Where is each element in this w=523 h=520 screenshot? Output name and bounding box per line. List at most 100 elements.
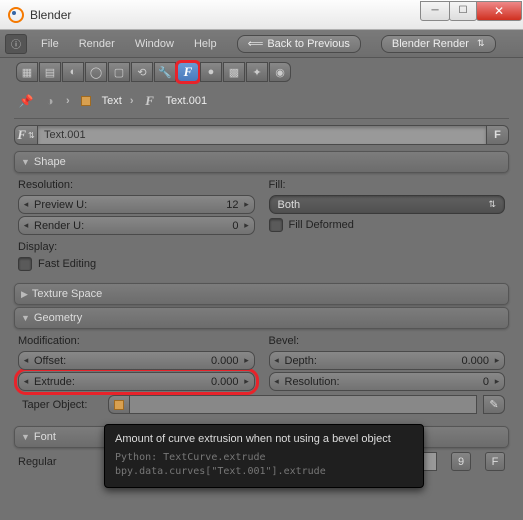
font-data-icon[interactable]: F⇅ (14, 125, 38, 145)
info-editor-icon[interactable]: ⓘ (5, 34, 27, 54)
bevel-label: Bevel: (269, 335, 506, 347)
extrude-field[interactable]: ◂ Extrude: 0.000 ▸ (18, 372, 255, 391)
render-u-value: 0 (84, 220, 241, 232)
display-label: Display: (18, 241, 255, 253)
decrement-icon[interactable]: ◂ (21, 355, 31, 366)
offset-field[interactable]: ◂ Offset: 0.000 ▸ (18, 351, 255, 370)
decrement-icon[interactable]: ◂ (21, 220, 31, 231)
context-material-icon[interactable]: ● (200, 62, 222, 82)
datablock-name-input[interactable]: Text.001 (38, 125, 487, 145)
breadcrumb-data[interactable]: Text.001 (166, 95, 208, 107)
decrement-icon[interactable]: ◂ (272, 355, 282, 366)
close-button[interactable]: ✕ (476, 1, 522, 21)
fake-user-button[interactable]: F (487, 125, 509, 145)
context-physics-icon[interactable]: ◉ (269, 62, 291, 82)
panel-font-title: Font (34, 431, 56, 443)
fast-editing-label: Fast Editing (38, 258, 96, 270)
resolution-label: Resolution: (18, 179, 255, 191)
panel-texture-space-header[interactable]: ▶ Texture Space (14, 283, 509, 305)
increment-icon[interactable]: ▸ (242, 376, 252, 387)
collapse-triangle-icon: ▼ (21, 432, 30, 442)
engine-label: Blender Render (392, 38, 469, 50)
bevel-resolution-field[interactable]: ◂ Resolution: 0 ▸ (269, 372, 506, 391)
render-engine-select[interactable]: Blender Render ⇅ (381, 35, 496, 53)
bevel-resolution-value: 0 (340, 376, 492, 388)
font-regular-label: Regular (18, 456, 118, 468)
separator-icon: › (66, 95, 70, 107)
menu-help[interactable]: Help (184, 38, 227, 50)
collapse-triangle-icon: ▼ (21, 157, 30, 167)
breadcrumb-object[interactable]: Text (102, 95, 122, 107)
preview-u-field[interactable]: ◂ Preview U: 12 ▸ (18, 195, 255, 214)
preview-u-label: Preview U: (31, 199, 87, 211)
increment-icon[interactable]: ▸ (492, 355, 502, 366)
chevron-updown-icon: ⇅ (488, 199, 496, 210)
pin-icon[interactable]: 📌 (18, 93, 34, 109)
font-fake-user-button[interactable]: F (485, 452, 505, 471)
collapse-triangle-icon: ▼ (21, 313, 30, 323)
context-render-icon[interactable]: ▦ (16, 62, 38, 82)
context-modifiers-icon[interactable]: 🔧 (154, 62, 176, 82)
taper-object-input[interactable] (130, 395, 477, 414)
increment-icon[interactable]: ▸ (242, 199, 252, 210)
decrement-icon[interactable]: ◂ (21, 199, 31, 210)
fill-deformed-checkbox[interactable]: Fill Deformed (269, 218, 506, 232)
menu-render[interactable]: Render (69, 38, 125, 50)
panel-geometry-title: Geometry (34, 312, 82, 324)
fill-deformed-label: Fill Deformed (289, 219, 354, 231)
tooltip-python-line2: bpy.data.curves["Text.001"].extrude (115, 465, 413, 479)
back-to-previous-button[interactable]: ⟸ Back to Previous (237, 35, 361, 53)
decrement-icon[interactable]: ◂ (21, 376, 31, 387)
context-object-icon[interactable]: ▢ (108, 62, 130, 82)
tooltip-title: Amount of curve extrusion when not using… (115, 433, 413, 445)
render-u-label: Render U: (31, 220, 84, 232)
extrude-value: 0.000 (75, 376, 242, 388)
context-constraints-icon[interactable]: ⟲ (131, 62, 153, 82)
context-scene-icon[interactable]: ◐ (62, 62, 84, 82)
maximize-button[interactable]: ☐ (449, 1, 477, 21)
datablock-name-row: F⇅ Text.001 F (14, 125, 509, 145)
object-cube-icon (78, 93, 94, 109)
context-object-data-icon[interactable]: F (177, 62, 199, 82)
modification-label: Modification: (18, 335, 255, 347)
menu-window[interactable]: Window (125, 38, 184, 50)
context-render-layers-icon[interactable]: ▤ (39, 62, 61, 82)
context-world-icon[interactable]: ◯ (85, 62, 107, 82)
panel-shape: ▼ Shape Resolution: ◂ Preview U: 12 ▸ ◂ … (14, 151, 509, 281)
fill-mode-select[interactable]: Both ⇅ (269, 195, 506, 214)
context-particles-icon[interactable]: ✦ (246, 62, 268, 82)
window-title: Blender (30, 8, 421, 22)
depth-label: Depth: (282, 355, 317, 367)
eyedropper-icon[interactable]: ✎ (483, 395, 505, 414)
back-arrow-icon: ⟸ (248, 37, 264, 50)
collapse-triangle-icon: ▶ (21, 289, 28, 300)
titlebar: Blender ─ ☐ ✕ (0, 0, 523, 30)
panel-shape-header[interactable]: ▼ Shape (14, 151, 509, 173)
chevron-updown-icon: ⇅ (477, 38, 485, 49)
offset-label: Offset: (31, 355, 66, 367)
datablock-breadcrumb: 📌 ◑ › Text › F Text.001 (0, 86, 523, 116)
increment-icon[interactable]: ▸ (492, 376, 502, 387)
menu-file[interactable]: File (31, 38, 69, 50)
tooltip-python-line1: Python: TextCurve.extrude (115, 451, 413, 465)
checkbox-icon (269, 218, 283, 232)
checkbox-icon (18, 257, 32, 271)
minimize-button[interactable]: ─ (420, 1, 450, 21)
divider (14, 118, 509, 119)
increment-icon[interactable]: ▸ (242, 355, 252, 366)
context-texture-icon[interactable]: ▩ (223, 62, 245, 82)
preview-u-value: 12 (87, 199, 241, 211)
increment-icon[interactable]: ▸ (242, 220, 252, 231)
taper-object-picker-icon[interactable] (108, 395, 130, 414)
bevel-depth-field[interactable]: ◂ Depth: 0.000 ▸ (269, 351, 506, 370)
font-data-icon: F (142, 93, 158, 109)
render-u-field[interactable]: ◂ Render U: 0 ▸ (18, 216, 255, 235)
offset-value: 0.000 (66, 355, 241, 367)
font-users-count[interactable]: 9 (451, 452, 471, 471)
panel-geometry-header[interactable]: ▼ Geometry (14, 307, 509, 329)
fast-editing-checkbox[interactable]: Fast Editing (18, 257, 255, 271)
extrude-label: Extrude: (31, 376, 75, 388)
panel-geometry: ▼ Geometry Modification: ◂ Offset: 0.000… (14, 307, 509, 424)
decrement-icon[interactable]: ◂ (272, 376, 282, 387)
panel-shape-title: Shape (34, 156, 66, 168)
